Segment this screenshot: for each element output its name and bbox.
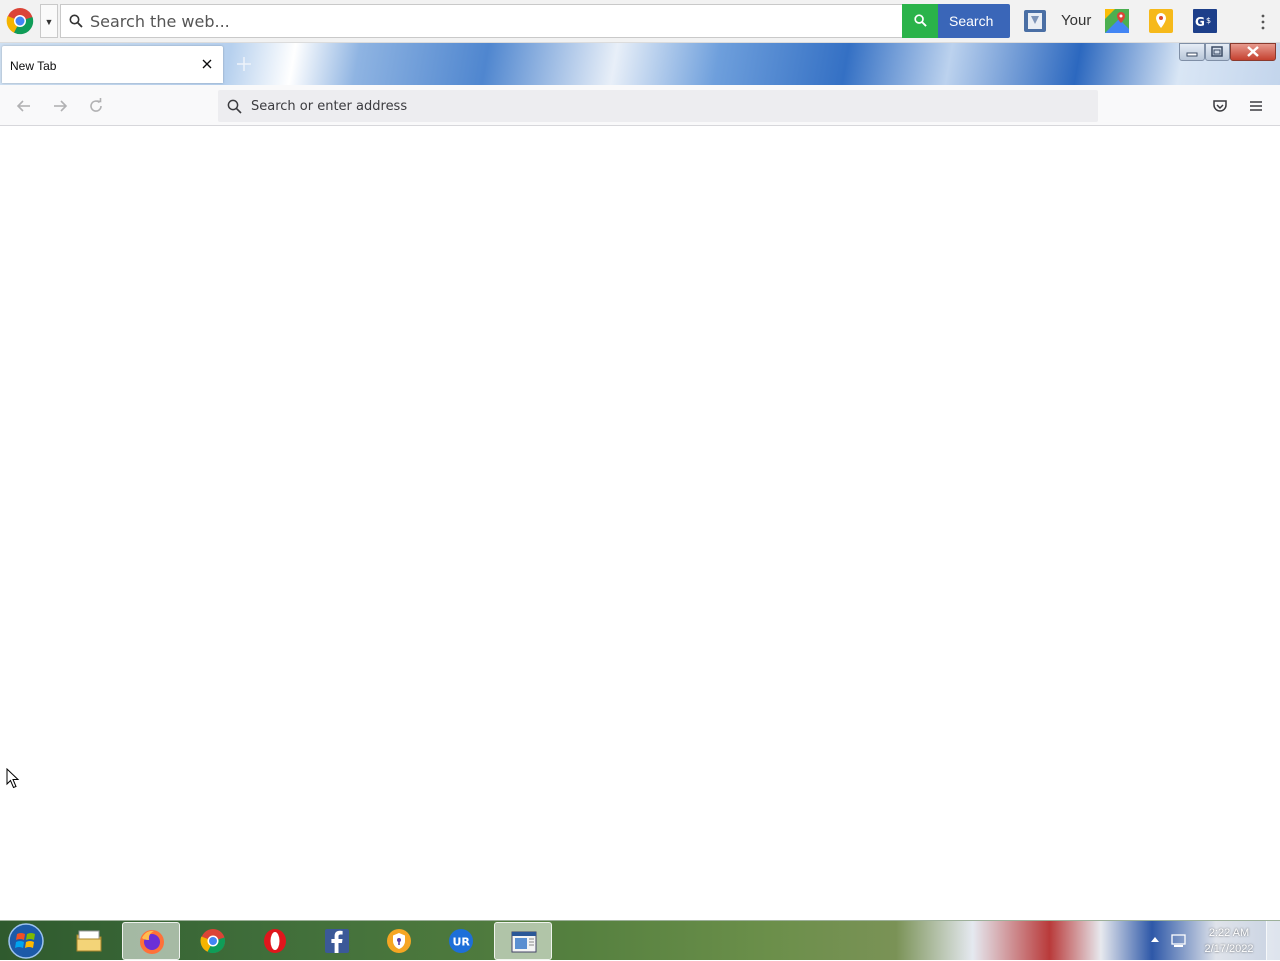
tab-new-tab[interactable]: New Tab xyxy=(2,46,223,83)
pocket-icon[interactable] xyxy=(1211,97,1229,115)
firefox-icon xyxy=(140,930,164,954)
svg-text:$: $ xyxy=(1206,16,1211,25)
clock-date: 2/17/2022 xyxy=(1204,943,1254,955)
facebook-icon xyxy=(325,929,349,953)
back-arrow-icon[interactable] xyxy=(15,97,33,115)
show-desktop-button[interactable] xyxy=(1266,921,1280,961)
taskbar: UR 2:22 AM 2/17/2022 xyxy=(0,920,1280,961)
navigation-bar xyxy=(0,85,1280,126)
ur-browser-icon: UR xyxy=(449,929,473,953)
taskbar-opera[interactable] xyxy=(246,922,304,960)
taskbar-firefox[interactable] xyxy=(122,922,180,960)
vpn-shield-icon xyxy=(387,929,411,953)
chrome-logo-icon[interactable] xyxy=(6,7,34,35)
search-button-label: Search xyxy=(949,13,994,29)
clock-time: 2:22 AM xyxy=(1208,927,1250,939)
system-clock[interactable]: 2:22 AM 2/17/2022 xyxy=(1196,925,1262,957)
close-icon xyxy=(1247,46,1259,57)
map-book-icon[interactable] xyxy=(1023,9,1047,33)
search-icon xyxy=(227,99,242,114)
page-content[interactable] xyxy=(0,126,1280,920)
restore-icon xyxy=(1211,46,1223,57)
minimize-icon xyxy=(1186,52,1198,57)
extension-toolbar: ▼ Search Your G $ xyxy=(0,0,1280,43)
opera-icon xyxy=(264,929,286,953)
tab-strip: New Tab xyxy=(0,43,1280,85)
maximize-button[interactable] xyxy=(1205,43,1230,61)
address-input[interactable] xyxy=(251,96,1071,116)
chrome-icon xyxy=(200,929,226,954)
search-icon xyxy=(914,14,927,27)
more-menu-icon[interactable] xyxy=(1257,12,1269,32)
new-tab-plus-icon[interactable] xyxy=(235,55,253,73)
translate-g-icon[interactable]: G $ xyxy=(1193,9,1217,33)
network-icon[interactable] xyxy=(1170,932,1188,950)
window-app-icon xyxy=(511,931,537,953)
minimize-button[interactable] xyxy=(1179,43,1205,61)
taskbar-file-explorer[interactable] xyxy=(60,922,118,960)
taskbar-vpn[interactable] xyxy=(370,922,428,960)
search-button[interactable]: Search xyxy=(902,4,1010,38)
hamburger-menu-icon[interactable] xyxy=(1247,97,1265,115)
search-icon xyxy=(69,14,83,28)
location-pin-icon[interactable] xyxy=(1149,9,1173,33)
reload-icon[interactable] xyxy=(87,97,105,115)
tab-title: New Tab xyxy=(10,59,57,73)
address-bar[interactable] xyxy=(218,90,1098,122)
web-search-input[interactable] xyxy=(90,9,890,33)
web-search-box[interactable] xyxy=(60,4,903,38)
engine-dropdown-button[interactable]: ▼ xyxy=(40,4,58,38)
taskbar-facebook[interactable] xyxy=(308,922,366,960)
taskbar-chrome[interactable] xyxy=(184,922,242,960)
close-tab-icon[interactable] xyxy=(200,57,214,71)
maps-icon[interactable] xyxy=(1105,9,1129,33)
close-window-button[interactable] xyxy=(1230,43,1276,61)
shortcut-label[interactable]: Your xyxy=(1061,12,1091,29)
mouse-cursor-icon xyxy=(6,768,20,789)
taskbar-window-app[interactable] xyxy=(494,922,552,960)
svg-text:UR: UR xyxy=(453,936,471,949)
show-hidden-icons-icon[interactable] xyxy=(1150,935,1160,943)
forward-arrow-icon[interactable] xyxy=(51,97,69,115)
file-explorer-icon xyxy=(76,930,102,952)
taskbar-ur-browser[interactable]: UR xyxy=(432,922,490,960)
svg-text:G: G xyxy=(1195,15,1205,29)
start-button[interactable] xyxy=(6,922,46,960)
